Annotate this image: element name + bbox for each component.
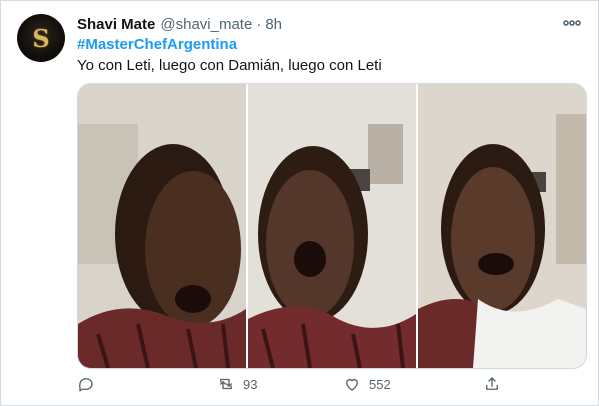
media-image-2[interactable] <box>248 84 416 368</box>
tweet-timestamp[interactable]: 8h <box>265 16 282 33</box>
media-image-3[interactable] <box>418 84 586 368</box>
retweet-button[interactable]: 93 <box>217 375 257 393</box>
hashtag-link[interactable]: #MasterChefArgentina <box>77 36 237 53</box>
tweet-actions: 93 552 <box>77 375 585 399</box>
separator-dot: · <box>256 15 262 33</box>
more-horizontal-icon[interactable] <box>562 13 582 38</box>
tweet-text: Yo con Leti, luego con Damián, luego con… <box>77 57 382 74</box>
tweet-card: S Shavi Mate @shavi_mate · 8h #MasterChe… <box>0 0 599 406</box>
author-name[interactable]: Shavi Mate <box>77 16 155 33</box>
tweet-header: Shavi Mate @shavi_mate · 8h <box>77 15 282 33</box>
like-count: 552 <box>369 376 391 392</box>
avatar[interactable]: S <box>17 14 65 62</box>
like-button[interactable]: 552 <box>343 375 391 393</box>
share-icon <box>486 377 498 390</box>
tweet-media[interactable] <box>77 83 587 369</box>
retweet-count: 93 <box>243 376 258 392</box>
media-image-1[interactable] <box>78 84 246 368</box>
author-handle[interactable]: @shavi_mate <box>160 16 252 33</box>
retweet-icon <box>220 378 232 390</box>
share-button[interactable] <box>483 375 501 393</box>
heart-icon <box>346 378 358 391</box>
reply-button[interactable] <box>77 375 95 393</box>
reply-icon <box>79 378 93 392</box>
avatar-logo-letter: S <box>32 23 50 53</box>
